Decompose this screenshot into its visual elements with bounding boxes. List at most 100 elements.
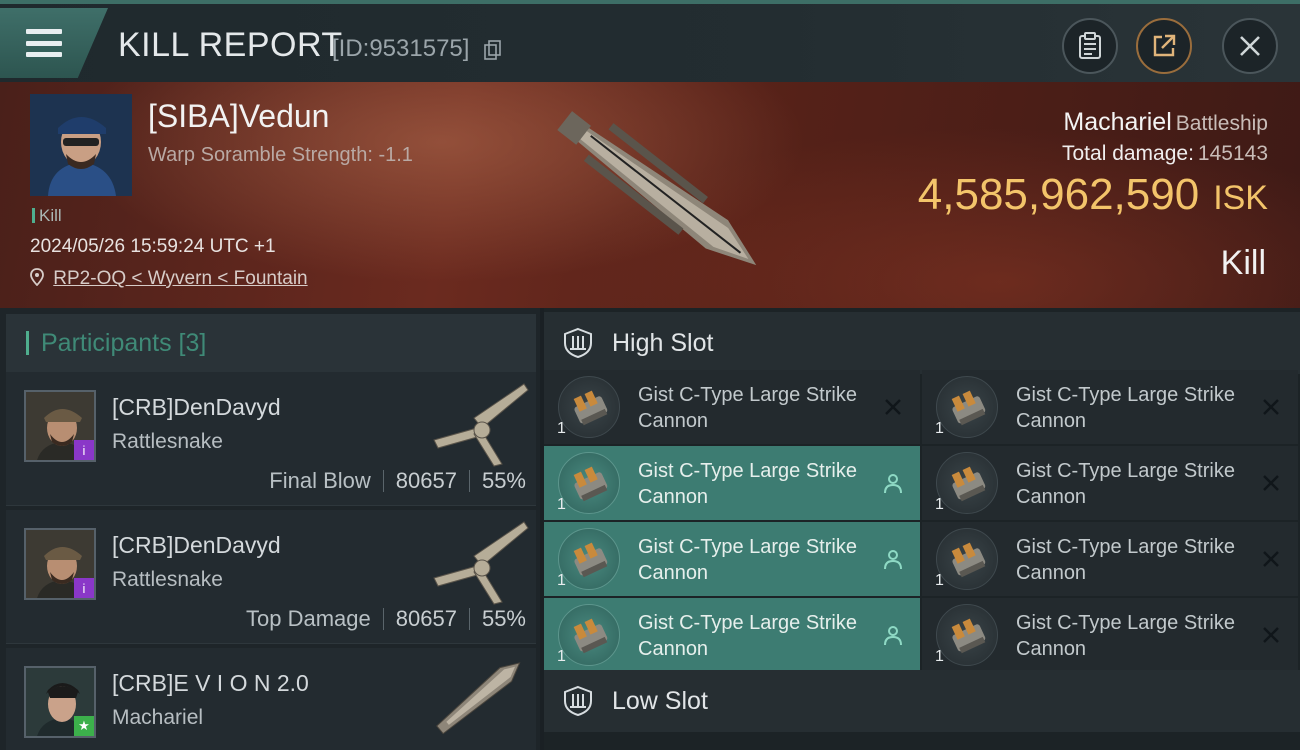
victim-ship-image [557, 111, 757, 266]
person-icon [882, 548, 904, 570]
module-name: Gist C-Type Large Strike Cannon [1016, 384, 1235, 432]
victim-name[interactable]: [SIBA]Vedun [148, 98, 329, 135]
victim-banner: [SIBA]Vedun Warp Soramble Strength: -1.1… [0, 82, 1300, 308]
participant-badge: i [74, 440, 94, 460]
module-quantity: 1 [935, 420, 944, 437]
menu-button[interactable] [0, 8, 108, 78]
kill-datetime: 2024/05/26 15:59:24 UTC +1 [30, 236, 276, 257]
low-slot-header: Low Slot [544, 670, 1300, 732]
high-slot-header: High Slot [544, 312, 1300, 374]
module-name: Gist C-Type Large Strike Cannon [1016, 460, 1235, 508]
participant-row[interactable]: ★ [CRB]E V I O N 2.0 Machariel [6, 648, 536, 750]
person-icon [882, 624, 904, 646]
victim-ship-name: Machariel [1063, 108, 1172, 136]
participant-row[interactable]: i [CRB]DenDavyd Rattlesnake Top Damage 8… [6, 510, 536, 644]
x-icon [1260, 624, 1282, 646]
module-item[interactable]: 1 Gist C-Type Large Strike Cannon [922, 598, 1298, 672]
participants-title: Participants [3] [41, 328, 207, 357]
x-icon [1260, 472, 1282, 494]
module-quantity: 1 [557, 420, 566, 437]
module-item[interactable]: 1 Gist C-Type Large Strike Cannon [922, 446, 1298, 520]
participant-avatar[interactable]: ★ [24, 666, 96, 738]
slot-shield-icon [564, 685, 592, 717]
x-icon [882, 396, 904, 418]
participant-stats: Top Damage 80657 55% [246, 606, 526, 632]
report-id: [ID:9531575] [332, 35, 470, 62]
x-icon [1260, 396, 1282, 418]
close-icon [1240, 36, 1260, 56]
participant-ship-image [433, 383, 529, 467]
participant-ship: Rattlesnake [112, 430, 223, 453]
module-icon [936, 528, 998, 590]
share-button[interactable] [1136, 18, 1192, 74]
participant-damage: 80657 [395, 468, 457, 493]
module-quantity: 1 [557, 572, 566, 589]
kill-result: Kill [1220, 244, 1266, 282]
participant-role: Final Blow [269, 468, 371, 493]
kill-tag: Kill [32, 206, 62, 226]
victim-ship-class: Battleship [1175, 112, 1268, 135]
clipboard-button[interactable] [1062, 18, 1118, 74]
copy-icon[interactable] [484, 40, 502, 60]
participants-panel: Participants [3] i [CRB]DenDavyd Rattles… [0, 308, 540, 750]
total-damage: Total damage: 145143 [1062, 142, 1268, 166]
module-icon [558, 604, 620, 666]
high-slot-label: High Slot [612, 328, 714, 357]
participant-avatar[interactable]: i [24, 528, 96, 600]
module-quantity: 1 [935, 572, 944, 589]
participant-badge: ★ [74, 716, 94, 736]
total-damage-label: Total damage: [1062, 142, 1194, 165]
participants-header: Participants [3] [6, 314, 536, 372]
kill-location[interactable]: RP2-OQ < Wyvern < Fountain [30, 268, 308, 290]
module-name: Gist C-Type Large Strike Cannon [638, 536, 857, 584]
participant-avatar[interactable]: i [24, 390, 96, 462]
share-icon [1153, 34, 1176, 57]
module-quantity: 1 [935, 648, 944, 665]
module-name: Gist C-Type Large Strike Cannon [638, 612, 857, 660]
module-name: Gist C-Type Large Strike Cannon [1016, 612, 1235, 660]
module-quantity: 1 [935, 496, 944, 513]
module-icon [558, 376, 620, 438]
location-pin-icon [30, 268, 44, 287]
victim-avatar[interactable] [30, 94, 132, 196]
module-item[interactable]: 1 Gist C-Type Large Strike Cannon [922, 522, 1298, 596]
participant-ship-image [433, 521, 529, 605]
menu-icon [26, 29, 62, 57]
top-bar: KILL REPORT [ID:9531575] [0, 0, 1300, 82]
module-name: Gist C-Type Large Strike Cannon [638, 460, 857, 508]
slots-panel: High Slot 1 Gist C-Type Large Strike Cann… [544, 308, 1300, 750]
participant-percent: 55% [481, 606, 526, 631]
module-name: Gist C-Type Large Strike Cannon [1016, 536, 1235, 584]
module-item[interactable]: 1 Gist C-Type Large Strike Cannon [922, 370, 1298, 444]
participant-role: Top Damage [246, 606, 371, 631]
module-name: Gist C-Type Large Strike Cannon [638, 384, 857, 432]
module-icon [936, 604, 998, 666]
low-slot-label: Low Slot [612, 686, 708, 715]
module-item[interactable]: 1 Gist C-Type Large Strike Cannon [544, 446, 920, 520]
person-icon [882, 472, 904, 494]
module-icon [558, 452, 620, 514]
page-title: KILL REPORT [118, 26, 343, 64]
module-quantity: 1 [557, 648, 566, 665]
isk-value: 4,585,962,590 ISK [918, 170, 1268, 220]
location-link[interactable]: RP2-OQ < Wyvern < Fountain [53, 268, 307, 289]
participant-name[interactable]: [CRB]DenDavyd [112, 394, 281, 421]
warp-scramble-strength: Warp Soramble Strength: -1.1 [148, 144, 413, 166]
participant-ship: Machariel [112, 706, 204, 729]
x-icon [1260, 548, 1282, 570]
module-item[interactable]: 1 Gist C-Type Large Strike Cannon [544, 598, 920, 672]
clipboard-icon [1079, 32, 1101, 59]
module-icon [936, 452, 998, 514]
module-item[interactable]: 1 Gist C-Type Large Strike Cannon [544, 370, 920, 444]
module-item[interactable]: 1 Gist C-Type Large Strike Cannon [544, 522, 920, 596]
slot-shield-icon [564, 327, 592, 359]
participant-name[interactable]: [CRB]DenDavyd [112, 532, 281, 559]
victim-ship[interactable]: Machariel Battleship [1063, 108, 1268, 137]
module-icon [558, 528, 620, 590]
isk-unit: ISK [1213, 179, 1268, 217]
participant-row[interactable]: i [CRB]DenDavyd Rattlesnake Final Blow 8… [6, 372, 536, 506]
module-icon [936, 376, 998, 438]
participant-name[interactable]: [CRB]E V I O N 2.0 [112, 670, 309, 697]
module-quantity: 1 [557, 496, 566, 513]
close-button[interactable] [1222, 18, 1278, 74]
